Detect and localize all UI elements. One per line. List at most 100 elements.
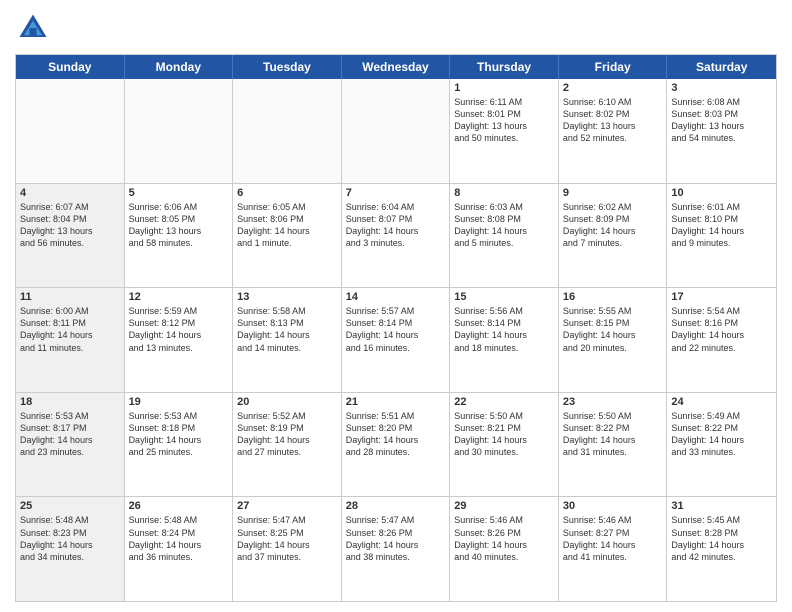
calendar-body: 1 Sunrise: 6:11 AM Sunset: 8:01 PM Daylig… bbox=[16, 79, 776, 601]
header-day-sunday: Sunday bbox=[16, 55, 125, 79]
calendar-row-3: 18 Sunrise: 5:53 AM Sunset: 8:17 PM Dayli… bbox=[16, 393, 776, 498]
day-number: 17 bbox=[671, 291, 772, 303]
day-number: 13 bbox=[237, 291, 337, 303]
day-info: Sunrise: 5:54 AM Sunset: 8:16 PM Dayligh… bbox=[671, 305, 772, 354]
day-info: Sunrise: 5:47 AM Sunset: 8:25 PM Dayligh… bbox=[237, 514, 337, 563]
day-info: Sunrise: 5:55 AM Sunset: 8:15 PM Dayligh… bbox=[563, 305, 663, 354]
day-info: Sunrise: 6:11 AM Sunset: 8:01 PM Dayligh… bbox=[454, 96, 554, 145]
empty-cell-0-3 bbox=[342, 79, 451, 183]
calendar-row-4: 25 Sunrise: 5:48 AM Sunset: 8:23 PM Dayli… bbox=[16, 497, 776, 601]
day-info: Sunrise: 6:03 AM Sunset: 8:08 PM Dayligh… bbox=[454, 201, 554, 250]
day-cell-19: 19 Sunrise: 5:53 AM Sunset: 8:18 PM Dayli… bbox=[125, 393, 234, 497]
day-info: Sunrise: 5:47 AM Sunset: 8:26 PM Dayligh… bbox=[346, 514, 446, 563]
day-cell-8: 8 Sunrise: 6:03 AM Sunset: 8:08 PM Daylig… bbox=[450, 184, 559, 288]
day-cell-23: 23 Sunrise: 5:50 AM Sunset: 8:22 PM Dayli… bbox=[559, 393, 668, 497]
empty-cell-0-0 bbox=[16, 79, 125, 183]
day-cell-10: 10 Sunrise: 6:01 AM Sunset: 8:10 PM Dayli… bbox=[667, 184, 776, 288]
day-info: Sunrise: 5:45 AM Sunset: 8:28 PM Dayligh… bbox=[671, 514, 772, 563]
day-number: 24 bbox=[671, 396, 772, 408]
day-info: Sunrise: 5:46 AM Sunset: 8:27 PM Dayligh… bbox=[563, 514, 663, 563]
day-info: Sunrise: 6:01 AM Sunset: 8:10 PM Dayligh… bbox=[671, 201, 772, 250]
day-info: Sunrise: 5:48 AM Sunset: 8:23 PM Dayligh… bbox=[20, 514, 120, 563]
day-number: 23 bbox=[563, 396, 663, 408]
day-cell-14: 14 Sunrise: 5:57 AM Sunset: 8:14 PM Dayli… bbox=[342, 288, 451, 392]
day-cell-17: 17 Sunrise: 5:54 AM Sunset: 8:16 PM Dayli… bbox=[667, 288, 776, 392]
day-number: 2 bbox=[563, 82, 663, 94]
day-number: 5 bbox=[129, 187, 229, 199]
day-number: 18 bbox=[20, 396, 120, 408]
day-number: 19 bbox=[129, 396, 229, 408]
day-cell-29: 29 Sunrise: 5:46 AM Sunset: 8:26 PM Dayli… bbox=[450, 497, 559, 601]
day-number: 8 bbox=[454, 187, 554, 199]
day-cell-21: 21Sunrise: 5:51 AM Sunset: 8:20 PM Dayli… bbox=[342, 393, 451, 497]
day-number: 25 bbox=[20, 500, 120, 512]
day-number: 27 bbox=[237, 500, 337, 512]
day-info: Sunrise: 5:56 AM Sunset: 8:14 PM Dayligh… bbox=[454, 305, 554, 354]
day-info: Sunrise: 5:52 AM Sunset: 8:19 PM Dayligh… bbox=[237, 410, 337, 459]
day-cell-11: 11 Sunrise: 6:00 AM Sunset: 8:11 PM Dayli… bbox=[16, 288, 125, 392]
day-number: 28 bbox=[346, 500, 446, 512]
header-day-monday: Monday bbox=[125, 55, 234, 79]
day-number: 4 bbox=[20, 187, 120, 199]
day-cell-26: 26 Sunrise: 5:48 AM Sunset: 8:24 PM Dayli… bbox=[125, 497, 234, 601]
day-number: 1 bbox=[454, 82, 554, 94]
header-day-saturday: Saturday bbox=[667, 55, 776, 79]
day-number: 15 bbox=[454, 291, 554, 303]
day-number: 3 bbox=[671, 82, 772, 94]
day-cell-18: 18 Sunrise: 5:53 AM Sunset: 8:17 PM Dayli… bbox=[16, 393, 125, 497]
day-info: Sunrise: 5:53 AM Sunset: 8:18 PM Dayligh… bbox=[129, 410, 229, 459]
day-number: 22 bbox=[454, 396, 554, 408]
day-number: 12 bbox=[129, 291, 229, 303]
day-cell-3: 3Sunrise: 6:08 AM Sunset: 8:03 PM Daylig… bbox=[667, 79, 776, 183]
day-number: 11 bbox=[20, 291, 120, 303]
day-info: Sunrise: 5:59 AM Sunset: 8:12 PM Dayligh… bbox=[129, 305, 229, 354]
day-cell-15: 15 Sunrise: 5:56 AM Sunset: 8:14 PM Dayli… bbox=[450, 288, 559, 392]
day-number: 30 bbox=[563, 500, 663, 512]
day-number: 31 bbox=[671, 500, 772, 512]
day-cell-27: 27 Sunrise: 5:47 AM Sunset: 8:25 PM Dayli… bbox=[233, 497, 342, 601]
day-cell-7: 7 Sunrise: 6:04 AM Sunset: 8:07 PM Daylig… bbox=[342, 184, 451, 288]
day-number: 14 bbox=[346, 291, 446, 303]
day-cell-28: 28 Sunrise: 5:47 AM Sunset: 8:26 PM Dayli… bbox=[342, 497, 451, 601]
day-info: Sunrise: 5:46 AM Sunset: 8:26 PM Dayligh… bbox=[454, 514, 554, 563]
day-info: Sunrise: 5:58 AM Sunset: 8:13 PM Dayligh… bbox=[237, 305, 337, 354]
page: SundayMondayTuesdayWednesdayThursdayFrid… bbox=[0, 0, 792, 612]
header bbox=[15, 10, 777, 46]
day-info: Sunrise: 6:04 AM Sunset: 8:07 PM Dayligh… bbox=[346, 201, 446, 250]
day-info: Sunrise: 5:57 AM Sunset: 8:14 PM Dayligh… bbox=[346, 305, 446, 354]
day-cell-30: 30 Sunrise: 5:46 AM Sunset: 8:27 PM Dayli… bbox=[559, 497, 668, 601]
header-day-tuesday: Tuesday bbox=[233, 55, 342, 79]
header-day-thursday: Thursday bbox=[450, 55, 559, 79]
day-cell-5: 5Sunrise: 6:06 AM Sunset: 8:05 PM Daylig… bbox=[125, 184, 234, 288]
day-info: Sunrise: 6:05 AM Sunset: 8:06 PM Dayligh… bbox=[237, 201, 337, 250]
calendar-header: SundayMondayTuesdayWednesdayThursdayFrid… bbox=[16, 55, 776, 79]
empty-cell-0-1 bbox=[125, 79, 234, 183]
day-info: Sunrise: 5:50 AM Sunset: 8:21 PM Dayligh… bbox=[454, 410, 554, 459]
day-info: Sunrise: 5:49 AM Sunset: 8:22 PM Dayligh… bbox=[671, 410, 772, 459]
day-info: Sunrise: 5:50 AM Sunset: 8:22 PM Dayligh… bbox=[563, 410, 663, 459]
day-info: Sunrise: 6:07 AM Sunset: 8:04 PM Dayligh… bbox=[20, 201, 120, 250]
day-cell-24: 24 Sunrise: 5:49 AM Sunset: 8:22 PM Dayli… bbox=[667, 393, 776, 497]
day-number: 6 bbox=[237, 187, 337, 199]
day-info: Sunrise: 5:48 AM Sunset: 8:24 PM Dayligh… bbox=[129, 514, 229, 563]
calendar: SundayMondayTuesdayWednesdayThursdayFrid… bbox=[15, 54, 777, 602]
header-day-wednesday: Wednesday bbox=[342, 55, 451, 79]
day-cell-9: 9Sunrise: 6:02 AM Sunset: 8:09 PM Daylig… bbox=[559, 184, 668, 288]
day-cell-25: 25 Sunrise: 5:48 AM Sunset: 8:23 PM Dayli… bbox=[16, 497, 125, 601]
header-day-friday: Friday bbox=[559, 55, 668, 79]
day-cell-20: 20 Sunrise: 5:52 AM Sunset: 8:19 PM Dayli… bbox=[233, 393, 342, 497]
day-cell-1: 1 Sunrise: 6:11 AM Sunset: 8:01 PM Daylig… bbox=[450, 79, 559, 183]
day-cell-2: 2Sunrise: 6:10 AM Sunset: 8:02 PM Daylig… bbox=[559, 79, 668, 183]
day-number: 9 bbox=[563, 187, 663, 199]
day-info: Sunrise: 5:53 AM Sunset: 8:17 PM Dayligh… bbox=[20, 410, 120, 459]
day-number: 20 bbox=[237, 396, 337, 408]
day-number: 10 bbox=[671, 187, 772, 199]
day-number: 26 bbox=[129, 500, 229, 512]
day-cell-22: 22 Sunrise: 5:50 AM Sunset: 8:21 PM Dayli… bbox=[450, 393, 559, 497]
day-info: Sunrise: 6:00 AM Sunset: 8:11 PM Dayligh… bbox=[20, 305, 120, 354]
day-number: 29 bbox=[454, 500, 554, 512]
day-number: 7 bbox=[346, 187, 446, 199]
logo bbox=[15, 10, 55, 46]
day-number: 21 bbox=[346, 396, 446, 408]
empty-cell-0-2 bbox=[233, 79, 342, 183]
